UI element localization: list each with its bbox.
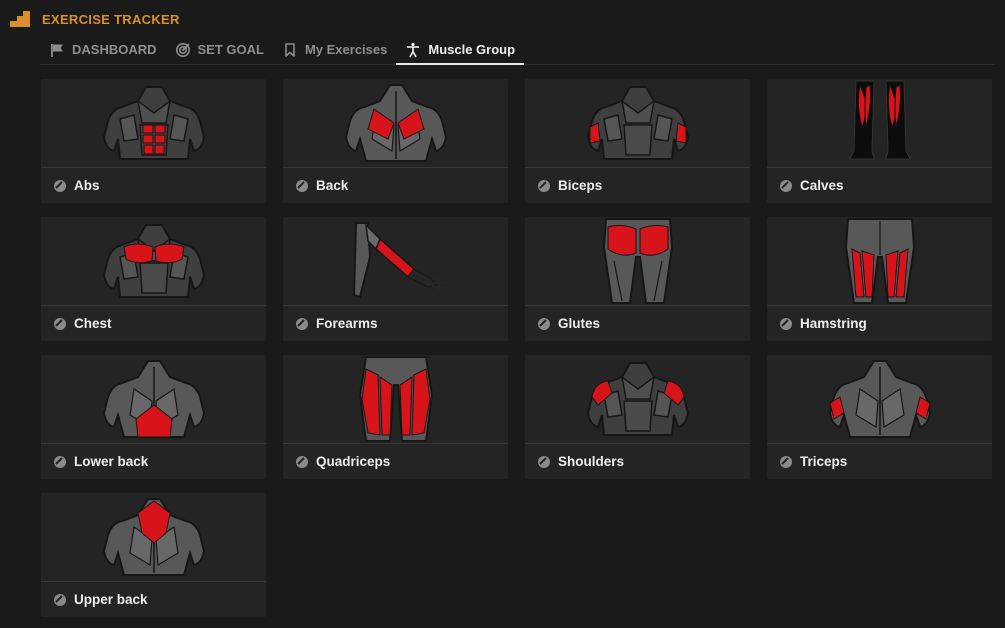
card-label: Back	[316, 178, 349, 193]
card-label: Shoulders	[558, 454, 625, 469]
muscle-card-calves[interactable]: Calves	[767, 79, 992, 203]
muscle-card-shoulders[interactable]: Shoulders	[525, 355, 750, 479]
tab-set-goal[interactable]: SET GOAL	[166, 35, 273, 64]
dumbbell-icon	[53, 317, 67, 331]
muscle-card-lower-back[interactable]: Lower back	[41, 355, 266, 479]
dumbbell-icon	[779, 317, 793, 331]
flag-icon	[49, 42, 65, 58]
tab-label: DASHBOARD	[72, 42, 157, 57]
dumbbell-icon	[537, 179, 551, 193]
card-label: Lower back	[74, 454, 149, 469]
dumbbell-icon	[53, 455, 67, 469]
muscle-card-back[interactable]: Back	[283, 79, 508, 203]
card-label: Triceps	[800, 454, 848, 469]
card-label: Chest	[74, 316, 112, 331]
card-label: Abs	[74, 178, 100, 193]
quadriceps-illustration	[283, 355, 508, 444]
glutes-illustration	[525, 217, 750, 306]
tab-muscle-group[interactable]: Muscle Group	[396, 35, 524, 65]
back-illustration	[283, 79, 508, 168]
dumbbell-icon	[779, 179, 793, 193]
tab-label: Muscle Group	[428, 42, 516, 57]
app-title: EXERCISE TRACKER	[42, 11, 180, 27]
dumbbell-icon	[53, 179, 67, 193]
biceps-illustration	[525, 79, 750, 168]
muscle-card-abs[interactable]: Abs	[41, 79, 266, 203]
card-label: Calves	[800, 178, 844, 193]
card-label: Quadriceps	[316, 454, 391, 469]
muscle-card-hamstring[interactable]: Hamstring	[767, 217, 992, 341]
app-header: EXERCISE TRACKER	[10, 8, 180, 30]
dumbbell-icon	[295, 179, 309, 193]
muscle-card-biceps[interactable]: Biceps	[525, 79, 750, 203]
shoulders-illustration	[525, 355, 750, 444]
muscle-card-chest[interactable]: Chest	[41, 217, 266, 341]
stairs-logo-icon	[10, 11, 30, 27]
card-label: Upper back	[74, 592, 148, 607]
triceps-illustration	[767, 355, 992, 444]
dumbbell-icon	[295, 455, 309, 469]
calves-illustration	[767, 79, 992, 168]
bookmark-icon	[282, 42, 298, 58]
muscle-card-glutes[interactable]: Glutes	[525, 217, 750, 341]
dumbbell-icon	[779, 455, 793, 469]
hamstring-illustration	[767, 217, 992, 306]
person-icon	[405, 42, 421, 58]
muscle-card-quadriceps[interactable]: Quadriceps	[283, 355, 508, 479]
dumbbell-icon	[53, 593, 67, 607]
muscle-card-upper-back[interactable]: Upper back	[41, 493, 266, 617]
muscle-card-forearms[interactable]: Forearms	[283, 217, 508, 341]
abs-illustration	[41, 79, 266, 168]
lower-back-illustration	[41, 355, 266, 444]
target-icon	[175, 42, 191, 58]
tab-my-exercises[interactable]: My Exercises	[273, 35, 396, 64]
tab-bar: DASHBOARD SET GOAL My Exercises Muscle G…	[40, 35, 995, 65]
card-label: Glutes	[558, 316, 601, 331]
dumbbell-icon	[537, 317, 551, 331]
muscle-group-grid: Abs Back Biceps Calves Chest Forearms Gl…	[41, 79, 992, 617]
dumbbell-icon	[295, 317, 309, 331]
chest-illustration	[41, 217, 266, 306]
forearms-illustration	[283, 217, 508, 306]
card-label: Biceps	[558, 178, 603, 193]
tab-dashboard[interactable]: DASHBOARD	[40, 35, 166, 64]
card-label: Hamstring	[800, 316, 867, 331]
tab-label: My Exercises	[304, 42, 388, 57]
dumbbell-icon	[537, 455, 551, 469]
muscle-card-triceps[interactable]: Triceps	[767, 355, 992, 479]
upper-back-illustration	[41, 493, 266, 582]
card-label: Forearms	[316, 316, 378, 331]
tab-label: SET GOAL	[197, 42, 264, 57]
